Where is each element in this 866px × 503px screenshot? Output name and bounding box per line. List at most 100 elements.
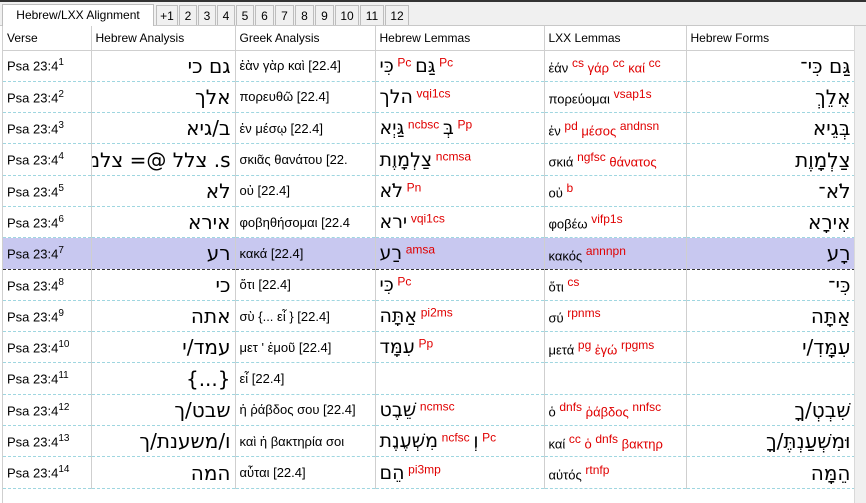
tab-5[interactable]: 5 (236, 5, 254, 25)
hebrew-analysis-cell[interactable]: אירא (91, 206, 236, 239)
tab-6[interactable]: 6 (255, 5, 274, 25)
greek-analysis-cell[interactable]: μετ ' ἐμοῦ [22.4] (235, 331, 376, 364)
verse-cell[interactable]: Psa 23:49 (3, 300, 92, 333)
lxx-lemmas-cell[interactable]: οὐ b (544, 175, 687, 207)
greek-analysis-cell[interactable]: ἡ ῥάβδος σου [22.4] (235, 394, 376, 427)
lxx-lemmas-cell[interactable]: ὁ dnfs ῥάβδος nnfsc (544, 394, 687, 427)
alignment-grid[interactable]: Verse Hebrew Analysis Greek Analysis Heb… (2, 26, 855, 503)
greek-analysis-cell[interactable]: ἐὰν γὰρ καὶ [22.4] (235, 50, 376, 82)
hebrew-lemmas-cell[interactable]: צַלְמָוֶת ncmsa (375, 143, 545, 176)
hebrew-lemmas-cell[interactable] (375, 362, 545, 395)
table-row[interactable]: Psa 23:43 ב/גיא ἐν μέσῳ [22.4] גַּיְא ncbsc… (3, 112, 855, 145)
verse-cell[interactable]: Psa 23:410 (3, 331, 92, 364)
hebrew-lemmas-cell[interactable]: שֵׁבֶט ncmsc (375, 394, 545, 427)
table-row[interactable]: Psa 23:46 אירא φοβηθήσομαι [22.4 ירא vqi1cs… (3, 206, 855, 239)
greek-analysis-cell[interactable]: ἐν μέσῳ [22.4] (235, 112, 376, 145)
table-row[interactable]: Psa 23:44s. צלל @= צלמוורσκιᾶς θανάτου [… (3, 143, 855, 176)
tab-11[interactable]: 11 (360, 5, 384, 25)
verse-cell[interactable]: Psa 23:411 (3, 362, 92, 395)
hebrew-forms-cell[interactable]: אֵלֵךְ (686, 81, 855, 114)
tab-plus1[interactable]: +1 (156, 5, 178, 25)
scrollbar[interactable] (854, 26, 866, 503)
hebrew-analysis-cell[interactable]: שבט/ך (91, 394, 236, 427)
verse-cell[interactable]: Psa 23:414 (3, 456, 92, 489)
tab-2[interactable]: 2 (179, 5, 197, 25)
greek-analysis-cell[interactable]: αὗται [22.4] (235, 456, 376, 489)
hebrew-forms-cell[interactable]: בְּגֵיא (686, 112, 855, 145)
hebrew-forms-cell[interactable]: לֹא־ (686, 175, 855, 207)
lxx-lemmas-cell[interactable]: καί cc ὁ dnfs βακτηρ (544, 425, 687, 458)
table-row[interactable]: Psa 23:45 לא οὐ [22.4] לֹא Pn οὐ b לֹא־ (3, 175, 855, 207)
table-row[interactable]: Psa 23:412 שבט/ך ἡ ῥάβδος σου [22.4] שֵׁבֶט… (3, 394, 855, 427)
hebrew-analysis-cell[interactable]: אלך (91, 81, 236, 114)
hebrew-forms-cell[interactable]: שִׁבְטְ/ךָ (686, 394, 855, 427)
hebrew-lemmas-cell[interactable]: הלך vqi1cs (375, 81, 545, 114)
hebrew-lemmas-cell[interactable]: כִּי Pc גַּם Pc (375, 50, 545, 82)
table-row[interactable]: Psa 23:48 כי ὅτι [22.4] כִּי Pc ὅτι cs כִּי… (3, 269, 855, 301)
lxx-lemmas-cell[interactable]: πορεύομαι vsap1s (544, 81, 687, 114)
hebrew-analysis-cell[interactable]: {...} (91, 362, 236, 395)
greek-analysis-cell[interactable]: καὶ ἡ βακτηρία σοι (235, 425, 376, 458)
greek-analysis-cell[interactable]: ὅτι [22.4] (235, 269, 376, 301)
hebrew-lemmas-cell[interactable]: גַּיְא ncbsc בְּ Pp (375, 112, 545, 145)
col-header-lxx-lemmas[interactable]: LXX Lemmas (544, 26, 687, 51)
greek-analysis-cell[interactable]: σὺ {... εἶ } [22.4] (235, 300, 376, 333)
tab-3[interactable]: 3 (198, 5, 216, 25)
hebrew-forms-cell[interactable]: הֵמָּה (686, 456, 855, 489)
verse-cell[interactable]: Psa 23:43 (3, 112, 92, 145)
lxx-lemmas-cell[interactable]: αὐτός rtnfp (544, 456, 687, 489)
hebrew-analysis-cell[interactable]: אתה (91, 300, 236, 333)
verse-cell[interactable]: Psa 23:45 (3, 175, 92, 207)
hebrew-lemmas-cell[interactable]: לֹא Pn (375, 175, 545, 207)
hebrew-analysis-cell[interactable]: גם כי (91, 50, 236, 82)
lxx-lemmas-cell[interactable]: μετά pg ἐγώ rpgms (544, 331, 687, 364)
tab-8[interactable]: 8 (295, 5, 314, 25)
hebrew-forms-cell[interactable]: רָע (686, 237, 855, 270)
verse-cell[interactable]: Psa 23:44 (3, 143, 92, 176)
hebrew-analysis-cell[interactable]: לא (91, 175, 236, 207)
tab-12[interactable]: 12 (385, 5, 409, 25)
hebrew-analysis-cell[interactable]: רע (91, 237, 236, 270)
lxx-lemmas-cell[interactable]: κακός annnpn (544, 237, 687, 270)
lxx-lemmas-cell[interactable]: σύ rpnms (544, 300, 687, 333)
tab-hebrew-lxx-alignment[interactable]: Hebrew/LXX Alignment (2, 4, 154, 26)
lxx-lemmas-cell[interactable]: ἐάν cs γάρ cc καί cc (544, 50, 687, 82)
table-row[interactable]: Psa 23:413 ו/משענת/ך καὶ ἡ βακτηρία σοι מִש… (3, 425, 855, 458)
hebrew-lemmas-cell[interactable]: אַתָּה pi2ms (375, 300, 545, 333)
table-row[interactable]: Psa 23:47 רע κακά [22.4] רַע amsa κακός ann… (3, 237, 855, 270)
table-row[interactable]: Psa 23:42 אלך πορευθῶ [22.4] הלך vqi1cs πορ… (3, 81, 855, 114)
col-header-greek-analysis[interactable]: Greek Analysis (235, 26, 376, 51)
hebrew-forms-cell[interactable]: גַּם כִּי־ (686, 50, 855, 82)
verse-cell[interactable]: Psa 23:46 (3, 206, 92, 239)
verse-cell[interactable]: Psa 23:47 (3, 237, 92, 270)
hebrew-analysis-cell[interactable]: ו/משענת/ך (91, 425, 236, 458)
greek-analysis-cell[interactable]: εἶ [22.4] (235, 362, 376, 395)
verse-cell[interactable]: Psa 23:41 (3, 50, 92, 82)
lxx-lemmas-cell[interactable]: ὅτι cs (544, 269, 687, 301)
hebrew-analysis-cell[interactable]: המה (91, 456, 236, 489)
table-row[interactable]: Psa 23:41 גם כי ἐὰν γὰρ καὶ [22.4] כִּי Pc … (3, 50, 855, 82)
hebrew-forms-cell[interactable] (686, 362, 855, 395)
col-header-verse[interactable]: Verse (3, 26, 92, 51)
greek-analysis-cell[interactable]: οὐ [22.4] (235, 175, 376, 207)
tab-7[interactable]: 7 (275, 5, 294, 25)
hebrew-lemmas-cell[interactable]: כִּי Pc (375, 269, 545, 301)
lxx-lemmas-cell[interactable]: σκιά ngfsc θάνατος (544, 143, 687, 176)
hebrew-forms-cell[interactable]: אַתָּה (686, 300, 855, 333)
greek-analysis-cell[interactable]: κακά [22.4] (235, 237, 376, 270)
table-row[interactable]: Psa 23:410 עמד/י μετ ' ἐμοῦ [22.4] עִמָּד P… (3, 331, 855, 364)
verse-cell[interactable]: Psa 23:42 (3, 81, 92, 114)
hebrew-lemmas-cell[interactable]: רַע amsa (375, 237, 545, 270)
greek-analysis-cell[interactable]: πορευθῶ [22.4] (235, 81, 376, 114)
hebrew-forms-cell[interactable]: אִירָא (686, 206, 855, 239)
hebrew-lemmas-cell[interactable]: מִשְׁעֶנֶת ncfsc וְ Pc (375, 425, 545, 458)
col-header-hebrew-analysis[interactable]: Hebrew Analysis (91, 26, 236, 51)
hebrew-analysis-cell[interactable]: s. צלל @= צלמוור (91, 143, 236, 176)
hebrew-forms-cell[interactable]: עִמָּדִ/י (686, 331, 855, 364)
col-header-hebrew-forms[interactable]: Hebrew Forms (686, 26, 855, 51)
hebrew-forms-cell[interactable]: כִּי־ (686, 269, 855, 301)
verse-cell[interactable]: Psa 23:413 (3, 425, 92, 458)
tab-10[interactable]: 10 (335, 5, 359, 25)
hebrew-analysis-cell[interactable]: ב/גיא (91, 112, 236, 145)
table-row[interactable]: Psa 23:414 המה αὗται [22.4] הֵם pi3mp αὐτός… (3, 456, 855, 489)
